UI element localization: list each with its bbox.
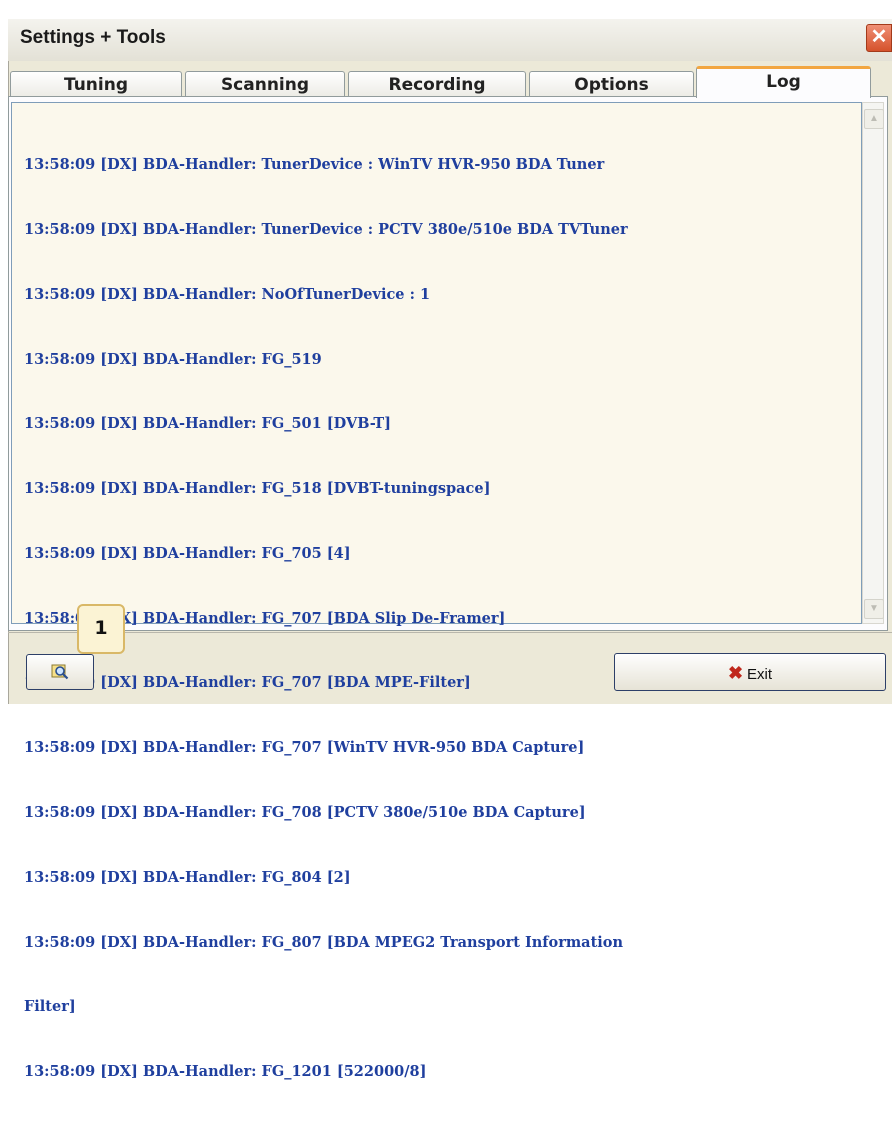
log-line: 13:58:09 [DX] BDA-Handler: FG_707 [BDA S… xyxy=(24,609,506,627)
log-line: 13:58:09 [DX] BDA-Handler: FG_804 [2] xyxy=(24,868,351,886)
log-line: 13:58:09 [DX] BDA-Handler: FG_708 [PCTV … xyxy=(24,804,586,821)
exit-label: Exit xyxy=(747,666,773,683)
tab-recording[interactable]: Recording xyxy=(348,71,526,97)
scroll-up-button[interactable]: ▲ xyxy=(864,109,884,129)
settings-tools-window: Settings + Tools ✕ Tuning Scanning Recor… xyxy=(0,0,892,1080)
exit-button[interactable]: ✖ Exit xyxy=(614,653,886,691)
tab-tuning[interactable]: Tuning xyxy=(10,71,182,97)
log-line: 13:58:09 [DX] BDA-Handler: FG_519 xyxy=(24,350,322,368)
exit-button-content: ✖ Exit xyxy=(615,663,885,684)
search-icon xyxy=(51,664,69,680)
tab-log[interactable]: Log xyxy=(696,66,871,98)
chevron-up-icon: ▲ xyxy=(869,113,879,124)
tab-bar: Tuning Scanning Recording Options Log xyxy=(8,66,892,98)
tab-options[interactable]: Options xyxy=(529,71,694,97)
log-scrollbar[interactable]: ▲ ▼ xyxy=(862,102,884,624)
log-line: 13:58:09 [DX] BDA-Handler: FG_707 [WinTV… xyxy=(24,739,585,757)
log-line: 13:58:09 [DX] BDA-Handler: FG_518 [DVBT-… xyxy=(24,480,491,498)
callout-badge: 1 xyxy=(77,604,125,654)
log-line: 13:58:09 [DX] BDA-Handler: FG_501 [DVB-T… xyxy=(24,415,391,433)
tab-scanning[interactable]: Scanning xyxy=(185,71,345,97)
scroll-down-button[interactable]: ▼ xyxy=(864,599,884,619)
log-line: Filter] xyxy=(24,998,76,1016)
window-title: Settings + Tools xyxy=(20,27,166,48)
title-bar: Settings + Tools ✕ xyxy=(8,19,892,62)
log-line: 13:58:09 [DX] BDA-Handler: TunerDevice :… xyxy=(24,156,605,174)
close-button[interactable]: ✕ xyxy=(866,24,892,52)
footer-divider xyxy=(8,632,892,633)
log-line: 13:58:09 [DX] BDA-Handler: FG_705 [4] xyxy=(24,544,351,562)
log-textarea[interactable]: 13:58:09 [DX] BDA-Handler: TunerDevice :… xyxy=(11,102,862,1080)
red-x-icon: ✖ xyxy=(727,663,744,683)
log-line: 13:58:09 [DX] BDA-Handler: TunerDevice :… xyxy=(24,220,628,238)
log-lines: 13:58:09 [DX] BDA-Handler: TunerDevice :… xyxy=(24,111,851,1126)
chevron-down-icon: ▼ xyxy=(869,603,879,614)
close-icon: ✕ xyxy=(870,26,888,48)
search-log-button[interactable] xyxy=(26,654,94,690)
log-line: 13:58:09 [DX] BDA-Handler: NoOfTunerDevi… xyxy=(24,285,431,303)
log-line: 13:58:09 [DX] BDA-Handler: FG_1201 [5220… xyxy=(24,1063,427,1081)
log-line: 13:58:09 [DX] BDA-Handler: FG_807 [BDA M… xyxy=(24,933,623,951)
